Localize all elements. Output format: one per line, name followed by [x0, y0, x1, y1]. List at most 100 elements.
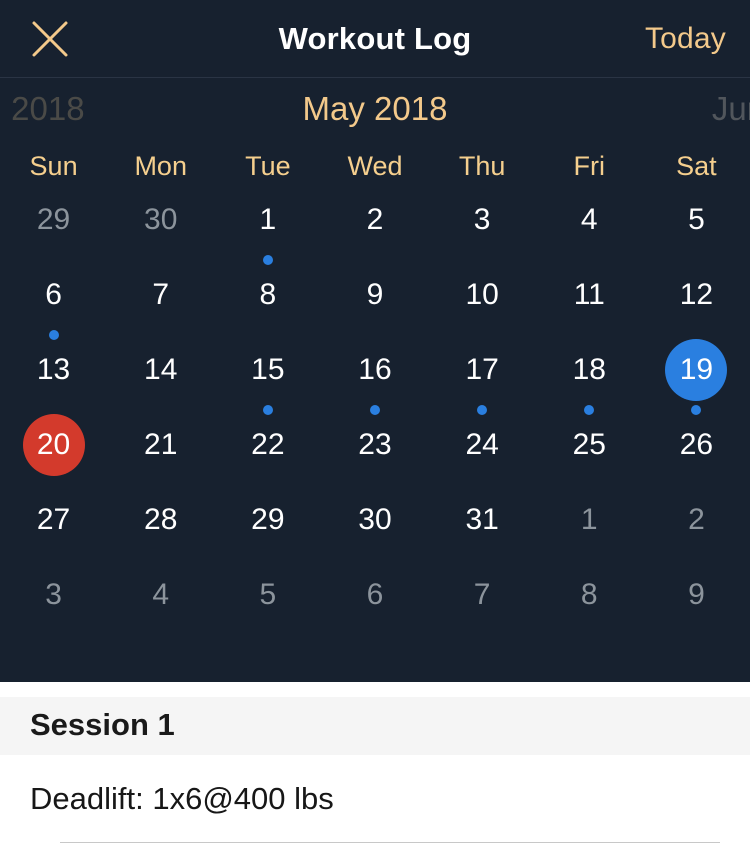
session-detail-list: Session 1 Deadlift: 1x6@400 lbs: [0, 682, 750, 859]
calendar-day-cell[interactable]: 25: [536, 423, 643, 498]
day-number: 7: [473, 578, 491, 611]
exercise-entry[interactable]: Deadlift: 1x6@400 lbs: [30, 781, 720, 817]
calendar-day-cell[interactable]: 10: [429, 273, 536, 348]
navigation-bar: Workout Log Today: [0, 0, 750, 78]
calendar-day-cell[interactable]: 15: [214, 348, 321, 423]
calendar-day-cell[interactable]: 12: [643, 273, 750, 348]
calendar-day-cell[interactable]: 4: [536, 198, 643, 273]
calendar-day-cell[interactable]: 19: [643, 339, 750, 423]
day-number: 30: [144, 203, 178, 236]
day-number: 1: [580, 503, 598, 536]
today-button[interactable]: Today: [645, 22, 726, 56]
calendar-day-cell[interactable]: 9: [321, 273, 428, 348]
calendar-day-cell[interactable]: 9: [643, 573, 750, 648]
weekday-label-tue: Tue: [245, 150, 291, 181]
day-number: 24: [465, 428, 499, 461]
workout-indicator-dot: [262, 405, 273, 415]
calendar-day-cell[interactable]: 26: [643, 423, 750, 498]
calendar-week-row: 6 7 8 9 10 11 12: [0, 273, 750, 348]
calendar-day-cell[interactable]: 23: [321, 423, 428, 498]
weekday-header-row: Sun Mon Tue Wed Thu Fri Sat: [0, 140, 750, 192]
next-month-label[interactable]: June 2018: [712, 90, 750, 128]
day-number: 27: [36, 503, 71, 536]
calendar-day-cell[interactable]: 6: [0, 273, 107, 348]
calendar-day-cell[interactable]: 16: [321, 348, 428, 423]
day-number: 14: [144, 353, 178, 386]
calendar-day-cell[interactable]: 5: [214, 573, 321, 648]
close-button[interactable]: [22, 14, 78, 64]
day-number: 5: [688, 203, 705, 236]
day-number: 8: [580, 578, 598, 611]
calendar-day-cell[interactable]: 4: [107, 573, 214, 648]
day-number: 21: [144, 428, 178, 461]
calendar-day-cell[interactable]: 8: [214, 273, 321, 348]
calendar-day-cell[interactable]: 2: [321, 198, 428, 273]
calendar-day-cell[interactable]: 20: [0, 414, 107, 498]
calendar-day-cell[interactable]: 31: [429, 498, 536, 573]
weekday-label-mon: Mon: [134, 150, 187, 181]
calendar-day-cell[interactable]: 30: [321, 498, 428, 573]
entry-divider: [60, 841, 720, 843]
day-number: 12: [679, 278, 714, 311]
calendar-day-cell[interactable]: 1: [536, 498, 643, 573]
day-number: 4: [152, 578, 170, 611]
calendar-day-cell[interactable]: 14: [107, 348, 214, 423]
calendar-week-row: 29 30 1 2 3 4 5: [0, 198, 750, 273]
calendar-week-row: 20 21 22 23 24 25 26: [0, 414, 750, 498]
session-header: Session 1: [0, 697, 750, 755]
calendar-week-row: 13 14 15 16 17 18 19: [0, 339, 750, 423]
calendar-grid: 29 30 1 2 3 4 5 6 7 8 9 10 11 12 13 14 15 16 17 18 19 20 21 22 2…: [0, 198, 750, 648]
calendar-week-row: 27 28 29 30 31 1 2: [0, 498, 750, 573]
day-number: 30: [358, 503, 392, 536]
day-number: 22: [251, 428, 285, 461]
calendar-day-cell[interactable]: 11: [536, 273, 643, 348]
calendar-day-cell[interactable]: 21: [107, 423, 214, 498]
calendar-day-cell[interactable]: 30: [107, 198, 214, 273]
day-number: 6: [366, 578, 384, 611]
day-number: 3: [473, 203, 491, 236]
calendar-day-cell[interactable]: 24: [429, 423, 536, 498]
calendar-day-cell[interactable]: 29: [0, 198, 107, 273]
calendar-day-cell[interactable]: 27: [0, 498, 107, 573]
calendar-day-cell[interactable]: 3: [429, 198, 536, 273]
day-number: 31: [465, 503, 499, 536]
calendar-day-cell[interactable]: 8: [536, 573, 643, 648]
calendar-day-cell[interactable]: 29: [214, 498, 321, 573]
calendar-day-cell[interactable]: 17: [429, 348, 536, 423]
day-number: 5: [259, 578, 277, 611]
workout-indicator-dot: [48, 330, 59, 340]
day-number: 13: [36, 353, 71, 386]
day-number: 2: [688, 503, 705, 536]
calendar-day-cell[interactable]: 5: [643, 198, 750, 273]
weekday-label-sun: Sun: [29, 150, 78, 181]
day-number: 15: [251, 353, 285, 386]
calendar-panel[interactable]: April 2018 May 2018 June 2018 Sun Mon Tue W…: [0, 78, 750, 682]
day-number: 18: [572, 353, 606, 386]
workout-indicator-dot: [262, 255, 273, 265]
day-number: 16: [358, 353, 392, 386]
day-number: 19: [665, 339, 728, 401]
day-number: 29: [36, 203, 71, 236]
day-number: 2: [366, 203, 384, 236]
close-x-icon: [31, 20, 69, 58]
day-number: 9: [688, 578, 705, 611]
month-strip[interactable]: April 2018 May 2018 June 2018: [0, 78, 750, 140]
calendar-day-cell[interactable]: 6: [321, 573, 428, 648]
calendar-day-cell[interactable]: 18: [536, 348, 643, 423]
calendar-day-cell[interactable]: 22: [214, 423, 321, 498]
calendar-day-cell[interactable]: 28: [107, 498, 214, 573]
day-number: 7: [152, 278, 170, 311]
calendar-day-cell[interactable]: 7: [107, 273, 214, 348]
calendar-day-cell[interactable]: 2: [643, 498, 750, 573]
day-number: 28: [144, 503, 178, 536]
day-number: 26: [679, 428, 714, 461]
workout-indicator-dot: [369, 405, 380, 415]
weekday-label-wed: Wed: [347, 150, 403, 181]
calendar-day-cell[interactable]: 3: [0, 573, 107, 648]
day-number: 17: [465, 353, 499, 386]
calendar-day-cell[interactable]: 7: [429, 573, 536, 648]
detail-top-spacer: [0, 682, 750, 697]
day-number: 4: [580, 203, 598, 236]
calendar-day-cell[interactable]: 13: [0, 348, 107, 423]
calendar-day-cell[interactable]: 1: [214, 198, 321, 273]
